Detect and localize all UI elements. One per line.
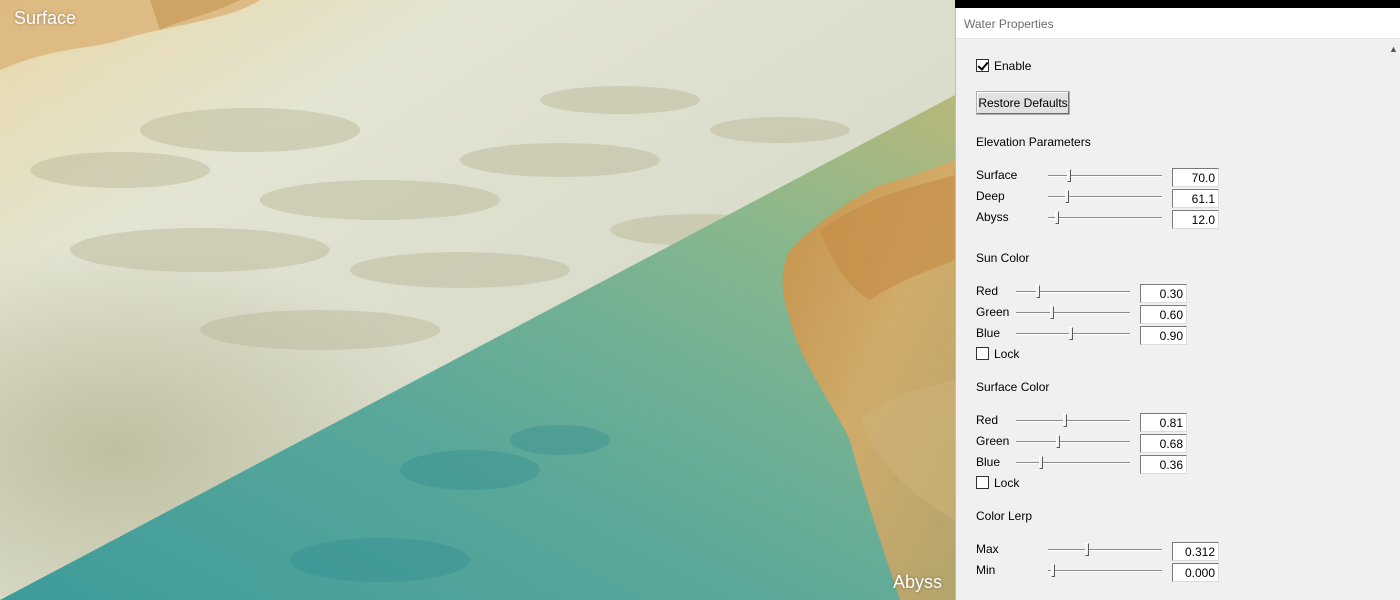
slider-thumb[interactable] [1085,543,1089,556]
elevation-surface-field[interactable]: 70.0 [1172,168,1219,187]
elevation-deep-slider[interactable] [1048,190,1162,204]
enable-label: Enable [994,59,1032,73]
slider-track [1016,462,1130,464]
sun-blue-label: Blue [976,326,1001,340]
lerp-max-slider[interactable] [1048,543,1162,557]
lerp-min-field[interactable]: 0.000 [1172,563,1219,582]
sun-color-heading: Sun Color [976,251,1030,265]
surface-view-label: Surface [14,8,77,28]
lerp-max-label: Max [976,542,999,556]
slider-thumb[interactable] [1055,211,1059,224]
slider-track [1016,333,1130,335]
surface-lock-checkbox[interactable] [976,476,989,489]
panel-title: Water Properties [956,8,1400,39]
lerp-min-label: Min [976,563,996,577]
slider-track [1016,441,1130,443]
sun-green-label: Green [976,305,1010,319]
lerp-max-field[interactable]: 0.312 [1172,542,1219,561]
lerp-min-slider[interactable] [1048,564,1162,578]
terrain-viewport[interactable]: Surface Abyss [0,0,955,600]
sun-lock-label: Lock [994,347,1020,361]
slider-thumb[interactable] [1065,190,1069,203]
surface-red-field[interactable]: 0.81 [1140,413,1187,432]
slider-track [1048,217,1162,219]
surface-green-slider[interactable] [1016,435,1130,449]
sun-blue-slider[interactable] [1016,327,1130,341]
water-properties-panel: Water Properties ▲ Enable Restore Defaul… [955,8,1400,600]
slider-track [1016,291,1130,293]
elevation-deep-field[interactable]: 61.1 [1172,189,1219,208]
slider-thumb[interactable] [1067,169,1071,182]
elevation-heading: Elevation Parameters [976,135,1091,149]
slider-thumb[interactable] [1056,435,1060,448]
abyss-view-label: Abyss [893,572,943,592]
enable-checkbox[interactable] [976,59,989,72]
surface-lock-label: Lock [994,476,1020,490]
surface-red-label: Red [976,413,999,427]
elevation-abyss-slider[interactable] [1048,211,1162,225]
scroll-up-arrow-icon[interactable]: ▲ [1386,43,1400,55]
elevation-deep-label: Deep [976,189,1005,203]
slider-thumb[interactable] [1039,456,1043,469]
slider-thumb[interactable] [1050,306,1054,319]
elevation-abyss-field[interactable]: 12.0 [1172,210,1219,229]
water-render [0,0,955,600]
sun-blue-field[interactable]: 0.90 [1140,326,1187,345]
slider-thumb[interactable] [1036,285,1040,298]
surface-red-slider[interactable] [1016,414,1130,428]
elevation-surface-label: Surface [976,168,1018,182]
surface-blue-label: Blue [976,455,1001,469]
sun-red-label: Red [976,284,999,298]
slider-track [1016,312,1130,314]
slider-thumb[interactable] [1063,414,1067,427]
surface-blue-slider[interactable] [1016,456,1130,470]
slider-track [1048,549,1162,551]
sun-lock-checkbox[interactable] [976,347,989,360]
sun-red-slider[interactable] [1016,285,1130,299]
slider-track [1048,570,1162,572]
elevation-abyss-label: Abyss [976,210,1009,224]
slider-thumb[interactable] [1051,564,1055,577]
surface-color-heading: Surface Color [976,380,1050,394]
sun-red-field[interactable]: 0.30 [1140,284,1187,303]
slider-track [1016,420,1130,422]
sun-green-field[interactable]: 0.60 [1140,305,1187,324]
color-lerp-heading: Color Lerp [976,509,1033,523]
surface-green-field[interactable]: 0.68 [1140,434,1187,453]
surface-green-label: Green [976,434,1010,448]
restore-defaults-button[interactable]: Restore Defaults [976,91,1070,115]
sun-green-slider[interactable] [1016,306,1130,320]
elevation-surface-slider[interactable] [1048,169,1162,183]
slider-track [1048,175,1162,177]
surface-blue-field[interactable]: 0.36 [1140,455,1187,474]
slider-thumb[interactable] [1069,327,1073,340]
